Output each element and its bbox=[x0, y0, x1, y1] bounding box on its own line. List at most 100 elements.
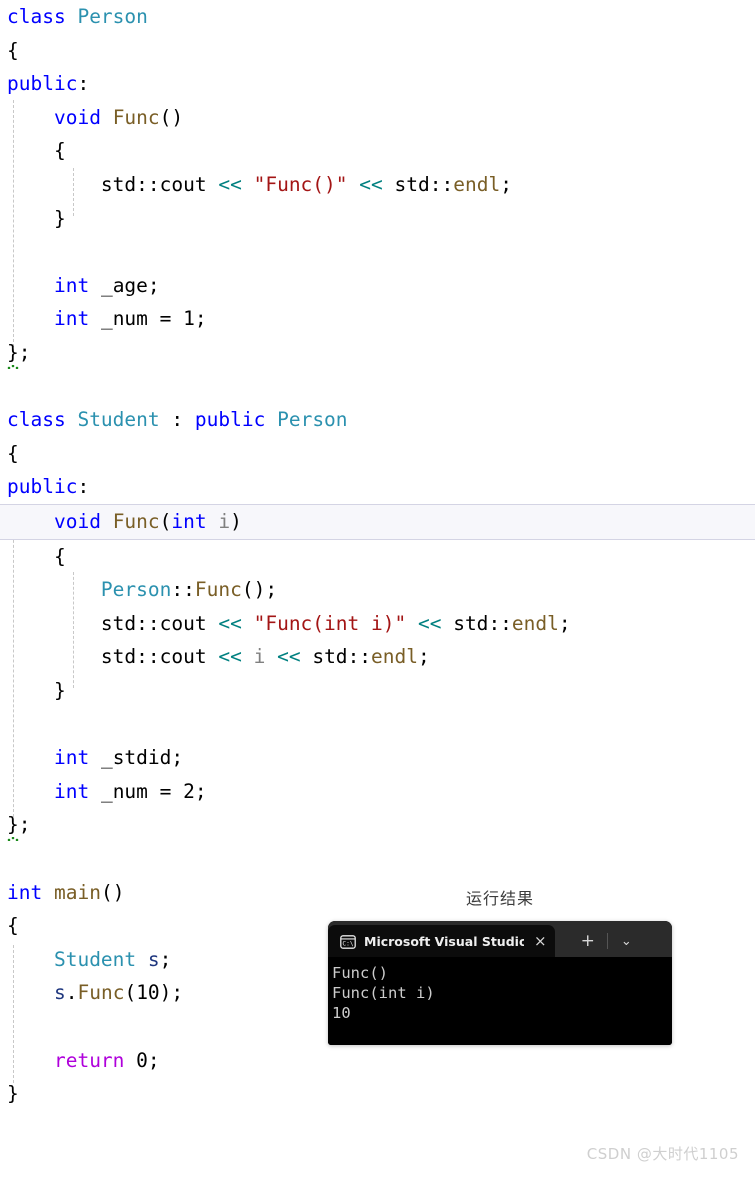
code-line[interactable]: int _age; bbox=[0, 269, 755, 303]
token-assign-op: = bbox=[159, 307, 172, 331]
token-type-person: Person bbox=[77, 5, 148, 28]
token-member-age: _age bbox=[100, 273, 148, 297]
terminal-icon: C:\ bbox=[340, 934, 356, 949]
token-semicolon: ; bbox=[171, 746, 184, 770]
code-line[interactable]: }; bbox=[0, 808, 755, 842]
token-namespace-std: std bbox=[100, 173, 137, 196]
token-semicolon: ; bbox=[500, 173, 512, 196]
token-endl: endl bbox=[511, 611, 559, 635]
token-scope-op: :: bbox=[136, 173, 160, 196]
token-keyword-public: public bbox=[194, 408, 266, 432]
token-keyword-return: return bbox=[53, 1048, 125, 1072]
code-line[interactable]: Person::Func(); bbox=[0, 573, 755, 607]
token-paren-open: ( bbox=[159, 510, 172, 533]
code-line-blank[interactable] bbox=[0, 842, 755, 876]
code-line[interactable]: int _num = 1; bbox=[0, 302, 755, 336]
token-number: 2 bbox=[183, 779, 195, 803]
token-type-person: Person bbox=[277, 408, 348, 432]
console-titlebar[interactable]: C:\ Microsoft Visual Studio Debug × + ⌄ bbox=[328, 921, 672, 957]
token-brace-open: { bbox=[53, 544, 66, 568]
token-number: 0 bbox=[136, 1048, 148, 1072]
token-namespace-std: std bbox=[100, 611, 137, 635]
code-line[interactable]: public: bbox=[0, 67, 755, 101]
token-colon: : bbox=[171, 408, 184, 432]
token-function-func: Func bbox=[112, 105, 160, 129]
console-output-line: Func() bbox=[332, 964, 388, 982]
token-member-num: _num bbox=[100, 307, 148, 331]
code-line[interactable]: { bbox=[0, 437, 755, 471]
token-colon: : bbox=[77, 475, 90, 499]
token-namespace-std: std bbox=[394, 173, 430, 196]
token-function-main: main bbox=[53, 880, 101, 904]
token-keyword-int: int bbox=[53, 779, 90, 803]
token-semicolon: ; bbox=[147, 273, 160, 297]
code-line[interactable]: class Person bbox=[0, 0, 755, 34]
token-paren-close: ) bbox=[171, 105, 184, 129]
code-line[interactable]: int _num = 2; bbox=[0, 775, 755, 809]
token-dot-op: . bbox=[65, 981, 78, 1005]
token-cout: cout bbox=[159, 611, 207, 635]
token-scope-op: :: bbox=[136, 645, 160, 669]
token-brace-close: } bbox=[7, 1082, 19, 1106]
token-paren-open: ( bbox=[241, 578, 254, 602]
code-line[interactable]: }; bbox=[0, 336, 755, 370]
code-line-current[interactable]: void Func(int i) bbox=[0, 504, 755, 540]
token-shift-op: << bbox=[218, 173, 242, 196]
token-brace-open: { bbox=[53, 139, 66, 163]
token-keyword-int: int bbox=[171, 510, 207, 533]
new-tab-icon[interactable]: + bbox=[569, 932, 607, 950]
code-line[interactable]: int _stdid; bbox=[0, 741, 755, 775]
token-keyword-int: int bbox=[53, 307, 90, 331]
code-line-blank[interactable] bbox=[0, 235, 755, 269]
titlebar-actions: + ⌄ bbox=[555, 925, 645, 957]
token-semicolon: ; bbox=[418, 645, 430, 669]
code-line[interactable]: std::cout << i << std::endl; bbox=[0, 640, 755, 674]
token-keyword-public: public bbox=[7, 475, 78, 499]
code-line[interactable]: { bbox=[0, 34, 755, 68]
code-line[interactable]: { bbox=[0, 134, 755, 168]
code-line[interactable]: } bbox=[0, 202, 755, 236]
code-line-blank[interactable] bbox=[0, 370, 755, 404]
code-line[interactable]: public: bbox=[0, 470, 755, 504]
code-line[interactable]: std::cout << "Func(int i)" << std::endl; bbox=[0, 607, 755, 641]
code-line-blank[interactable] bbox=[0, 708, 755, 742]
console-tab[interactable]: C:\ Microsoft Visual Studio Debug × bbox=[328, 925, 555, 957]
code-line[interactable]: std::cout << "Func()" << std::endl; bbox=[0, 168, 755, 202]
console-window[interactable]: C:\ Microsoft Visual Studio Debug × + ⌄ … bbox=[328, 921, 672, 1045]
code-line[interactable]: void Func() bbox=[0, 101, 755, 135]
token-semicolon: ; bbox=[159, 947, 172, 971]
console-output-line: 10 bbox=[332, 1004, 351, 1022]
token-keyword-int: int bbox=[53, 273, 90, 297]
code-line[interactable]: class Student : public Person bbox=[0, 403, 755, 437]
token-brace-close: } bbox=[7, 336, 19, 370]
token-endl: endl bbox=[371, 645, 419, 669]
token-shift-op: << bbox=[218, 645, 242, 669]
token-keyword-int: int bbox=[7, 880, 43, 904]
token-local-s: s bbox=[53, 981, 66, 1005]
code-line[interactable]: } bbox=[0, 674, 755, 708]
token-brace-open: { bbox=[7, 914, 19, 938]
token-string: "Func()" bbox=[253, 173, 348, 196]
token-type-student: Student bbox=[77, 408, 160, 432]
token-member-num: _num bbox=[100, 779, 148, 803]
token-semicolon: ; bbox=[147, 1048, 160, 1072]
token-paren-open: ( bbox=[124, 981, 137, 1005]
token-local-s: s bbox=[147, 947, 160, 971]
close-icon[interactable]: × bbox=[534, 933, 547, 949]
token-keyword: class bbox=[7, 408, 66, 432]
token-parameter-i: i bbox=[253, 645, 266, 669]
console-screenshot-block: 运行结果 C:\ Microsoft Visual Studio Debug ×… bbox=[328, 885, 672, 1045]
token-paren-close: ) bbox=[230, 510, 242, 533]
token-keyword: class bbox=[7, 5, 66, 28]
chevron-down-icon[interactable]: ⌄ bbox=[608, 935, 645, 948]
code-line[interactable]: } bbox=[0, 1077, 755, 1111]
code-line[interactable]: { bbox=[0, 540, 755, 574]
token-brace-close: } bbox=[53, 679, 66, 702]
token-paren-open: ( bbox=[159, 105, 172, 129]
token-semicolon: ; bbox=[18, 813, 31, 837]
token-cout: cout bbox=[159, 173, 207, 196]
token-semicolon: ; bbox=[194, 779, 207, 803]
token-function-func: Func bbox=[112, 510, 160, 533]
code-line[interactable]: return 0; bbox=[0, 1044, 755, 1078]
token-shift-op: << bbox=[417, 611, 442, 635]
